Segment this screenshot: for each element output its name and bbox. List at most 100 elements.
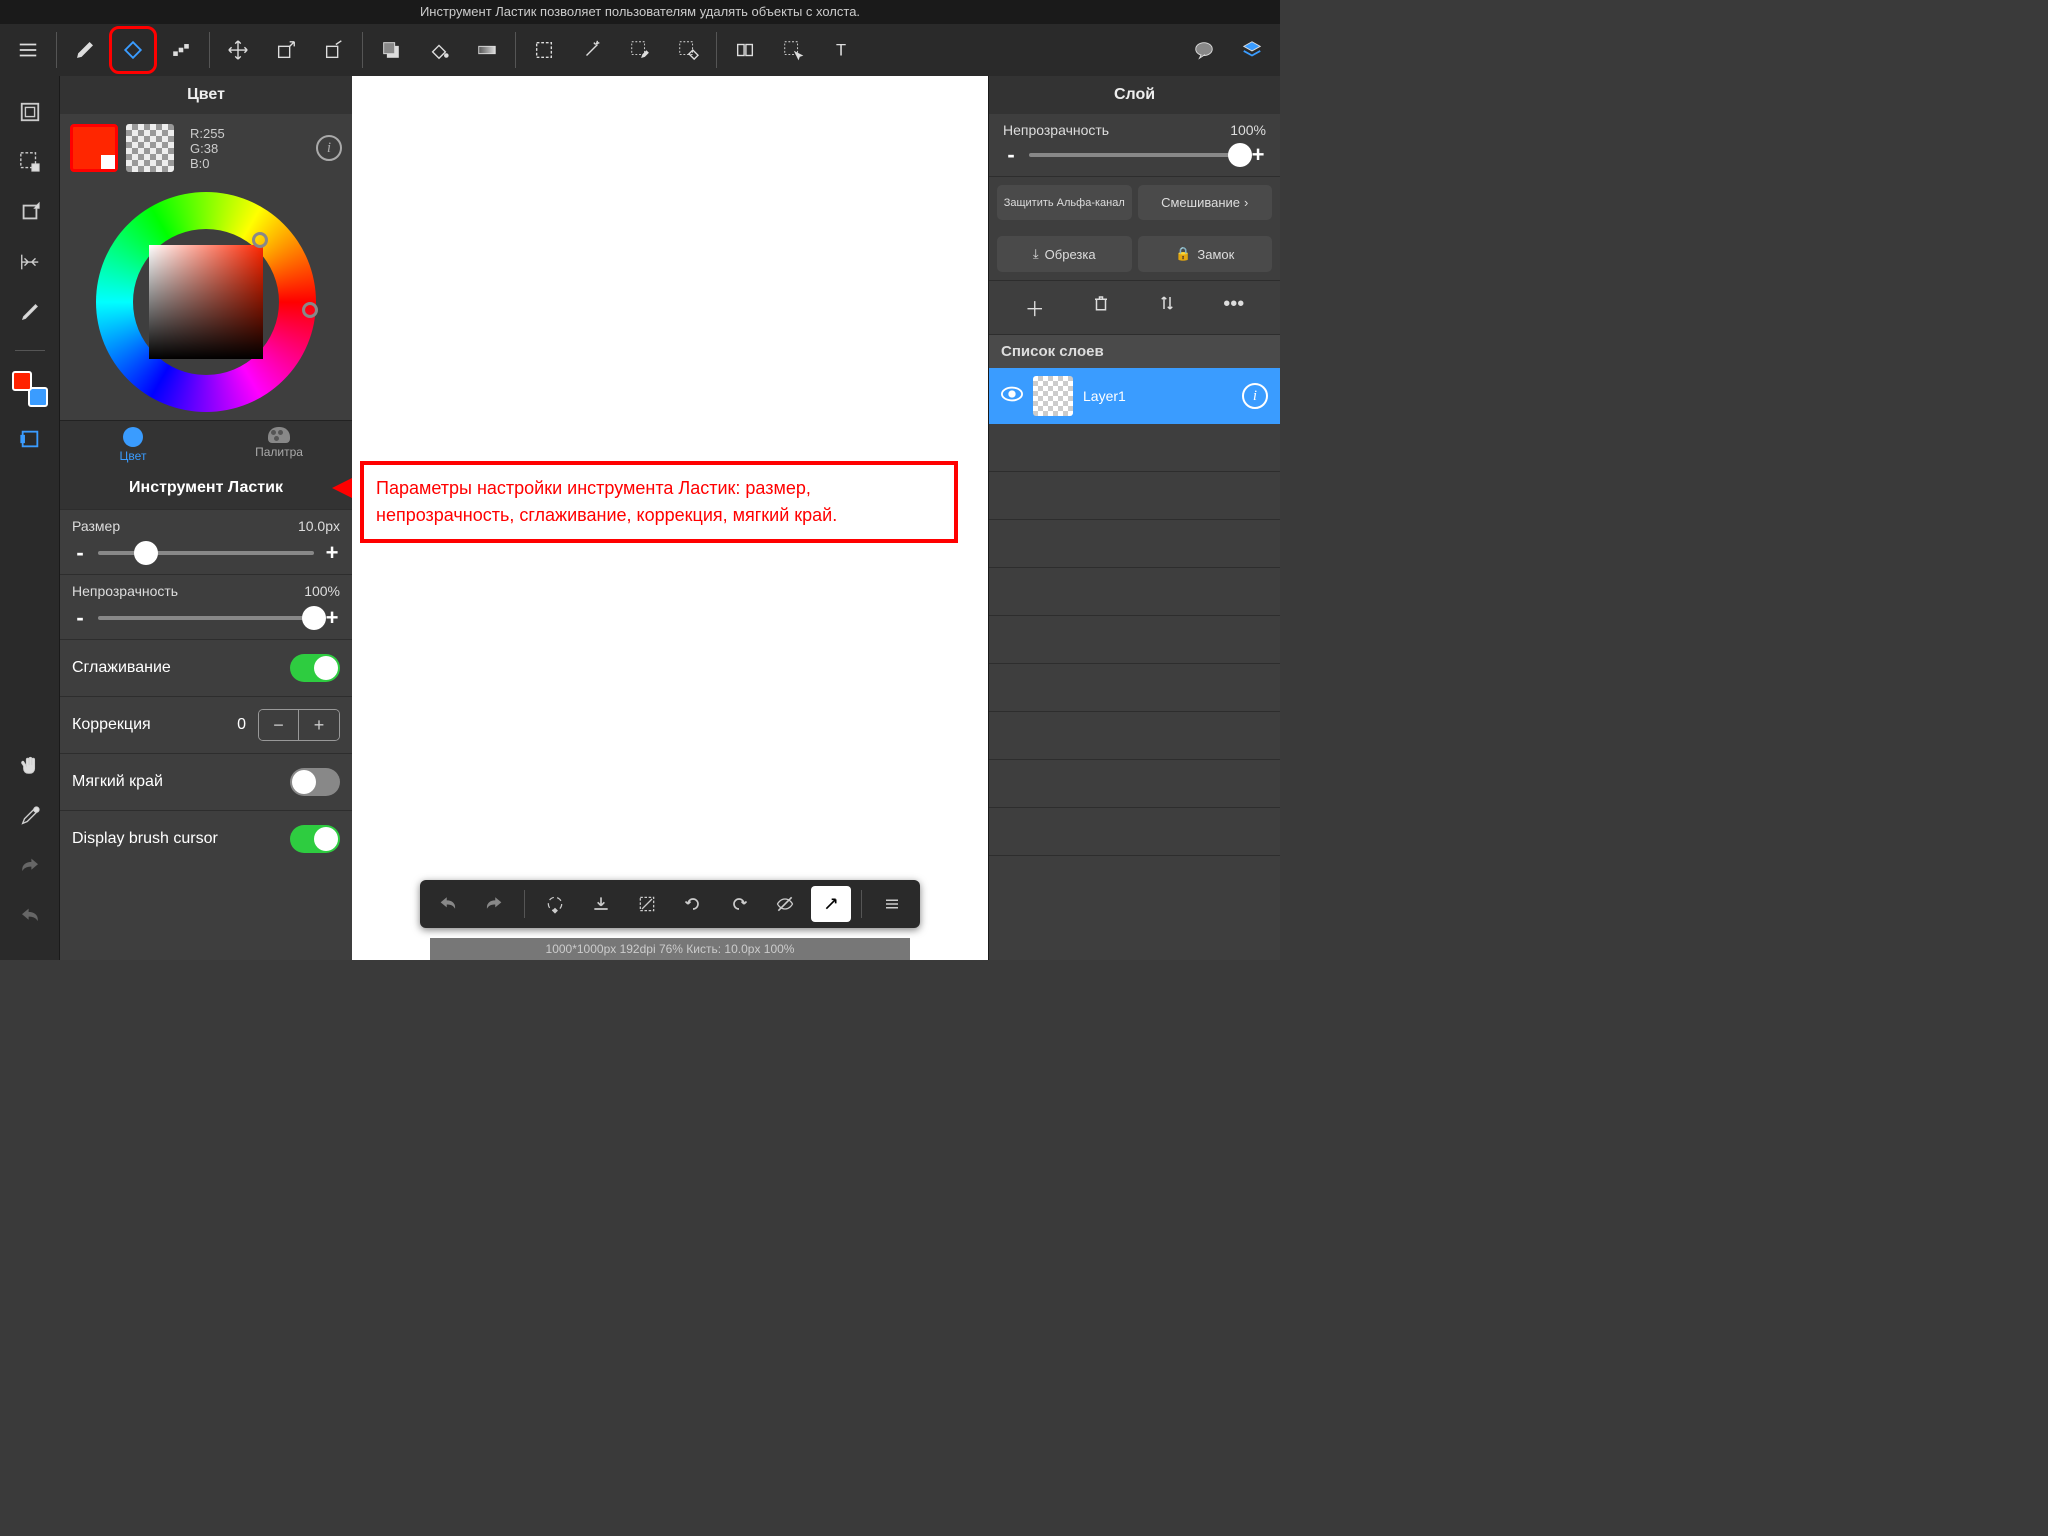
fill-tool[interactable] [415, 26, 463, 74]
correction-minus[interactable]: − [259, 710, 299, 740]
hue-marker-1[interactable] [252, 232, 268, 248]
menu-button[interactable] [4, 26, 52, 74]
crop-tool[interactable] [310, 26, 358, 74]
wand-tool[interactable] [568, 26, 616, 74]
layer-actions: ＋ ••• [989, 280, 1280, 335]
new-layer-icon[interactable] [12, 94, 48, 130]
size-slider[interactable] [98, 551, 314, 555]
more-layer-icon[interactable]: ••• [1223, 293, 1244, 322]
foreground-swatch[interactable] [70, 124, 118, 172]
tool-name: Инструмент Ластик [60, 467, 352, 509]
opacity-minus[interactable]: - [72, 605, 88, 631]
hue-marker-2[interactable] [302, 302, 318, 318]
fg-bg-swatch[interactable] [12, 371, 48, 407]
undo-button[interactable] [428, 886, 468, 922]
tab-color[interactable]: Цвет [60, 421, 206, 467]
layer-opacity-value: 100% [1230, 122, 1266, 138]
redo-button[interactable] [474, 886, 514, 922]
redo-icon[interactable] [12, 848, 48, 884]
rotate-icon[interactable] [12, 194, 48, 230]
empty-slot [989, 712, 1280, 760]
shape-tool[interactable] [367, 26, 415, 74]
brush-tool[interactable] [61, 26, 109, 74]
flip-icon[interactable] [12, 244, 48, 280]
delete-layer-icon[interactable] [1092, 293, 1110, 322]
title-bar: Инструмент Ластик позволяет пользователя… [0, 0, 1280, 24]
deselect-icon[interactable] [627, 886, 667, 922]
size-setting: Размер10.0px - + [60, 509, 352, 574]
layers-icon[interactable] [1228, 26, 1276, 74]
layer-opacity-label: Непрозрачность [1003, 122, 1109, 138]
correction-stepper[interactable]: − + [258, 709, 340, 741]
tab-palette[interactable]: Палитра [206, 421, 352, 467]
correction-label: Коррекция [72, 716, 151, 734]
cursor-label: Display brush cursor [72, 830, 218, 848]
empty-slot [989, 616, 1280, 664]
empty-slot [989, 664, 1280, 712]
blend-button[interactable]: Смешивание› [1138, 185, 1273, 220]
chat-icon[interactable] [1180, 26, 1228, 74]
text-tool[interactable]: T [817, 26, 865, 74]
move-tool[interactable] [214, 26, 262, 74]
refresh-icon[interactable] [535, 886, 575, 922]
empty-slot [989, 424, 1280, 472]
status-bar: 1000*1000px 192dpi 76% Кисть: 10.0px 100… [430, 938, 910, 960]
opacity-plus[interactable]: + [324, 605, 340, 631]
antialias-toggle[interactable] [290, 654, 340, 682]
color-box[interactable] [149, 245, 263, 359]
gradient-tool[interactable] [463, 26, 511, 74]
crop-button[interactable]: ⤓Обрезка [997, 236, 1132, 272]
visibility-icon[interactable] [1001, 385, 1023, 408]
color-swatch-row: R:255 G:38 B:0 i [60, 114, 352, 182]
layer-opacity-slider[interactable] [1029, 153, 1240, 157]
undo-icon[interactable] [12, 898, 48, 934]
size-minus[interactable]: - [72, 540, 88, 566]
pixel-tool[interactable] [157, 26, 205, 74]
reference-icon[interactable] [12, 421, 48, 457]
layer-thumbnail [1033, 376, 1073, 416]
fullscreen-icon[interactable] [811, 886, 851, 922]
annotation-box: Параметры настройки инструмента Ластик: … [360, 461, 958, 543]
layer-item[interactable]: Layer1 i [989, 368, 1280, 424]
antialias-label: Сглаживание [72, 659, 171, 677]
color-wheel[interactable] [96, 192, 316, 412]
size-plus[interactable]: + [324, 540, 340, 566]
add-layer-icon[interactable]: ＋ [1025, 293, 1045, 322]
save-icon[interactable] [581, 886, 621, 922]
hide-icon[interactable] [765, 886, 805, 922]
rotate-right-icon[interactable] [719, 886, 759, 922]
lock-button[interactable]: 🔒Замок [1138, 236, 1273, 272]
eraser-tool[interactable] [109, 26, 157, 74]
soft-edge-toggle[interactable] [290, 768, 340, 796]
select-brush-tool[interactable] [616, 26, 664, 74]
bottombar-menu-icon[interactable] [872, 886, 912, 922]
cursor-row: Display brush cursor [60, 810, 352, 867]
brush-icon[interactable] [12, 294, 48, 330]
opacity-setting: Непрозрачность100% - + [60, 574, 352, 639]
correction-plus[interactable]: + [299, 710, 339, 740]
transform-tool[interactable] [262, 26, 310, 74]
select-icon[interactable] [12, 144, 48, 180]
select-move-tool[interactable] [769, 26, 817, 74]
background-swatch[interactable] [126, 124, 174, 172]
hand-icon[interactable] [12, 748, 48, 784]
select-eraser-tool[interactable] [664, 26, 712, 74]
info-icon[interactable]: i [316, 135, 342, 161]
empty-slot [989, 472, 1280, 520]
select-rect-tool[interactable] [520, 26, 568, 74]
reorder-layer-icon[interactable] [1158, 293, 1176, 322]
color-header: Цвет [60, 76, 352, 114]
protect-alpha-button[interactable]: Защитить Альфа-канал [997, 185, 1132, 220]
layer-opacity-plus[interactable]: + [1250, 142, 1266, 168]
eyedropper-icon[interactable] [12, 798, 48, 834]
layer-opacity-minus[interactable]: - [1003, 142, 1019, 168]
cursor-toggle[interactable] [290, 825, 340, 853]
left-rail [0, 76, 60, 960]
divide-tool[interactable] [721, 26, 769, 74]
canvas[interactable]: Параметры настройки инструмента Ластик: … [352, 76, 988, 960]
bottom-toolbar [420, 880, 920, 928]
opacity-slider[interactable] [98, 616, 314, 620]
rotate-left-icon[interactable] [673, 886, 713, 922]
left-panel: Цвет R:255 G:38 B:0 i Цвет Палитра Инстр… [60, 76, 352, 960]
layer-info-icon[interactable]: i [1242, 383, 1268, 409]
